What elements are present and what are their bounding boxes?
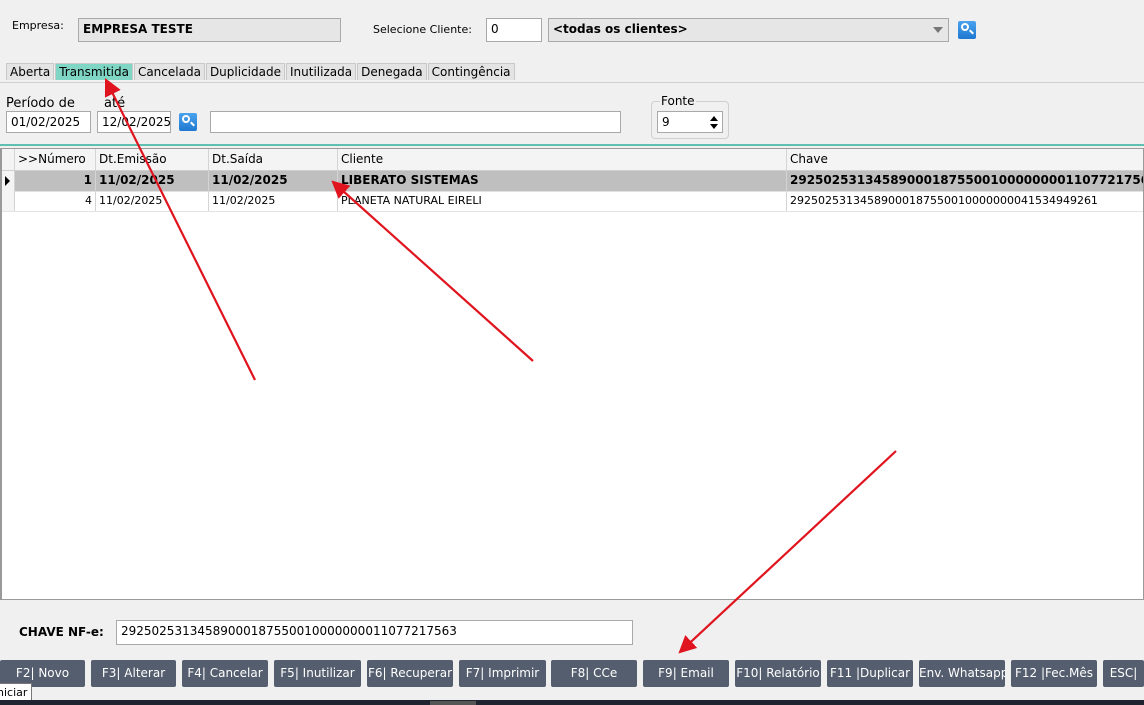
row-indicator [2, 171, 15, 191]
chevron-down-icon [933, 27, 943, 33]
grid-header: >>Número Dt.Emissão Dt.Saída Cliente Cha… [2, 149, 1143, 171]
fec-mes-button[interactable]: F12 |Fec.Mês [1011, 660, 1097, 687]
cancelar-button[interactable]: F4| Cancelar [182, 660, 268, 687]
cell-dt-saida: 11/02/2025 [209, 191, 338, 211]
cell-chave: 2925025313458900018755001000000001107721… [787, 171, 1143, 191]
tab-inutilizada[interactable]: Inutilizada [285, 63, 357, 80]
table-row[interactable]: 1 11/02/2025 11/02/2025 LIBERATO SISTEMA… [2, 171, 1143, 192]
search-icon [182, 115, 190, 123]
search-icon [961, 23, 969, 31]
table-row[interactable]: 4 11/02/2025 11/02/2025 PLANETA NATURAL … [2, 191, 1143, 212]
tab-cancelada[interactable]: Cancelada [133, 63, 205, 80]
notes-grid[interactable]: >>Número Dt.Emissão Dt.Saída Cliente Cha… [0, 148, 1144, 600]
duplicar-button[interactable]: F11 |Duplicar [827, 660, 913, 687]
ate-label: até [104, 96, 126, 111]
cliente-label: Selecione Cliente: [373, 23, 472, 36]
cell-cliente: PLANETA NATURAL EIRELI [338, 191, 787, 211]
cell-dt-saida: 11/02/2025 [209, 171, 338, 191]
tab-aberta[interactable]: Aberta [6, 63, 55, 80]
status-tabs: Aberta Transmitida Cancelada Duplicidade… [6, 62, 516, 82]
cell-dt-emissao: 11/02/2025 [96, 191, 209, 211]
periodo-label: Período de [6, 96, 75, 111]
tab-denegada[interactable]: Denegada [357, 63, 427, 80]
empresa-label: Empresa: [12, 19, 64, 32]
cliente-select[interactable]: <todas os clientes> [548, 18, 949, 42]
search-periodo-button[interactable] [179, 113, 197, 131]
tabs-divider [0, 82, 1144, 83]
imprimir-button[interactable]: F7| Imprimir [459, 660, 546, 687]
tab-transmitida[interactable]: Transmitida [55, 63, 133, 80]
current-row-icon [5, 176, 10, 186]
chave-input[interactable]: 2925025313458900018755001000000001107721… [116, 620, 633, 645]
col-chave[interactable]: Chave [787, 149, 1143, 170]
relatorio-button[interactable]: F10| Relatório [735, 660, 821, 687]
recuperar-button[interactable]: F6| Recuperar [367, 660, 453, 687]
grid-top-border [0, 144, 1144, 146]
cliente-select-value: <todas os clientes> [553, 22, 688, 36]
cell-cliente: LIBERATO SISTEMAS [338, 171, 787, 191]
filter-text-input[interactable] [210, 111, 621, 133]
taskbar [0, 700, 1144, 705]
cell-chave: 2925025313458900018755001000000004153494… [787, 191, 1143, 211]
esc-button[interactable]: ESC| [1103, 660, 1144, 687]
col-dt-emissao[interactable]: Dt.Emissão [96, 149, 209, 170]
search-cliente-button[interactable] [958, 21, 976, 39]
tooltip: niciar [0, 683, 33, 701]
tab-duplicidade[interactable]: Duplicidade [205, 63, 285, 80]
cliente-code-input[interactable]: 0 [486, 18, 542, 42]
cell-dt-emissao: 11/02/2025 [96, 171, 209, 191]
col-cliente[interactable]: Cliente [338, 149, 787, 170]
col-numero[interactable]: >>Número [15, 149, 96, 170]
inutilizar-button[interactable]: F5| Inutilizar [274, 660, 361, 687]
whatsapp-button[interactable]: Env. Whatsapp [919, 660, 1005, 687]
date-to-input[interactable]: 12/02/2025 [97, 111, 171, 133]
date-from-input[interactable]: 01/02/2025 [6, 111, 91, 133]
cell-numero: 4 [15, 191, 96, 211]
col-dt-saida[interactable]: Dt.Saída [209, 149, 338, 170]
fonte-label: Fonte [660, 94, 696, 108]
alterar-button[interactable]: F3| Alterar [91, 660, 176, 687]
chave-label: CHAVE NF-e: [19, 625, 104, 639]
tab-contingencia[interactable]: Contingência [427, 63, 515, 80]
email-button[interactable]: F9| Email [643, 660, 729, 687]
empresa-field: EMPRESA TESTE [78, 18, 341, 42]
cell-numero: 1 [15, 171, 96, 191]
cce-button[interactable]: F8| CCe [551, 660, 637, 687]
fonte-value: 9 [662, 115, 670, 129]
fonte-spinner[interactable]: 9 [657, 111, 723, 133]
spinner-arrows-icon[interactable] [708, 114, 720, 132]
